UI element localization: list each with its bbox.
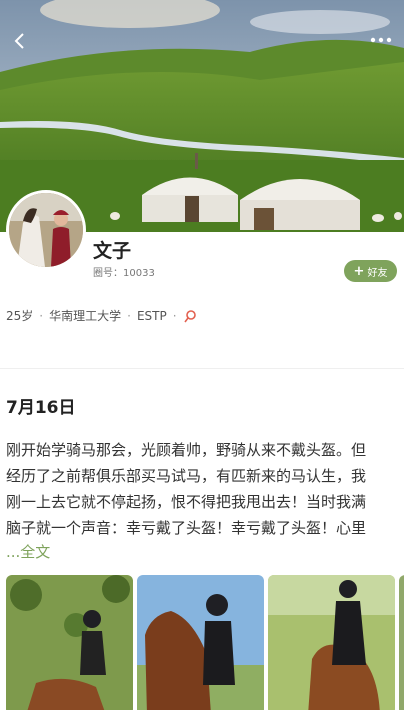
friend-button[interactable]: + 好友	[344, 260, 397, 282]
mbti-label: ESTP	[136, 308, 167, 323]
meta-separator: ·	[127, 308, 131, 323]
post-line: 脑子就一个声音：幸亏戴了头盔！幸亏戴了头盔！心里	[6, 519, 367, 537]
post-line: 刚开始学骑马那会，光顾着帅，野骑从来不戴头盔。但	[6, 441, 367, 459]
meta-separator: ·	[39, 308, 44, 323]
post-photo[interactable]	[399, 575, 404, 710]
profile-meta: 25岁 · 华南理工大学 · ESTP ·	[6, 307, 197, 324]
more-dots-icon	[370, 37, 392, 43]
more-button[interactable]	[366, 30, 396, 50]
chevron-left-icon	[14, 33, 24, 49]
section-divider	[0, 368, 404, 369]
post-photo[interactable]	[6, 575, 133, 710]
post-line: 刚一上去它就不停起扬，恨不得把我甩出去！当时我满	[6, 493, 367, 511]
full-text-link[interactable]: ...全文	[6, 541, 50, 562]
post-body: 刚开始学骑马那会，光顾着帅，野骑从来不戴头盔。但 经历了之前帮俱乐部买马试马，有…	[6, 437, 398, 541]
plus-icon: +	[353, 263, 365, 279]
school-label: 华南理工大学	[49, 309, 122, 323]
meta-separator: ·	[172, 308, 177, 323]
post-photo[interactable]	[268, 575, 395, 710]
age-label: 25岁	[6, 309, 34, 323]
profile-name: 文子	[93, 240, 132, 262]
back-button[interactable]	[6, 28, 32, 54]
post-date: 7月16日	[6, 398, 76, 418]
post-line: 经历了之前帮俱乐部买马试马，有匹新来的马认生，我	[6, 467, 367, 485]
friend-button-label: 好友	[367, 267, 388, 279]
photo-strip	[6, 575, 404, 710]
avatar[interactable]	[6, 190, 86, 270]
post-photo[interactable]	[137, 575, 264, 710]
profile-id: 圈号：10033	[93, 268, 155, 279]
location-pin-icon	[183, 309, 196, 322]
profile-page: 文子 圈号：10033 + 好友 25岁 · 华南理工大学 · ESTP · 7…	[0, 0, 404, 710]
